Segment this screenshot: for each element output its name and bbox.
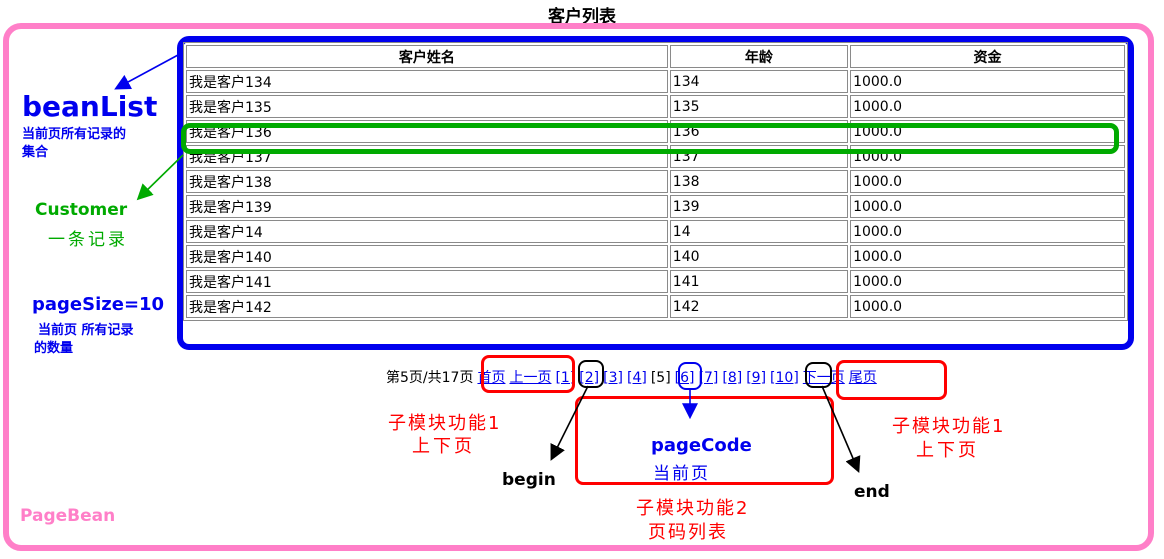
annotation-arrows [114,54,861,473]
customer-arrow [136,154,184,201]
beanlist-arrow [114,54,179,90]
end-arrow [821,385,861,473]
begin-arrow [550,385,589,461]
